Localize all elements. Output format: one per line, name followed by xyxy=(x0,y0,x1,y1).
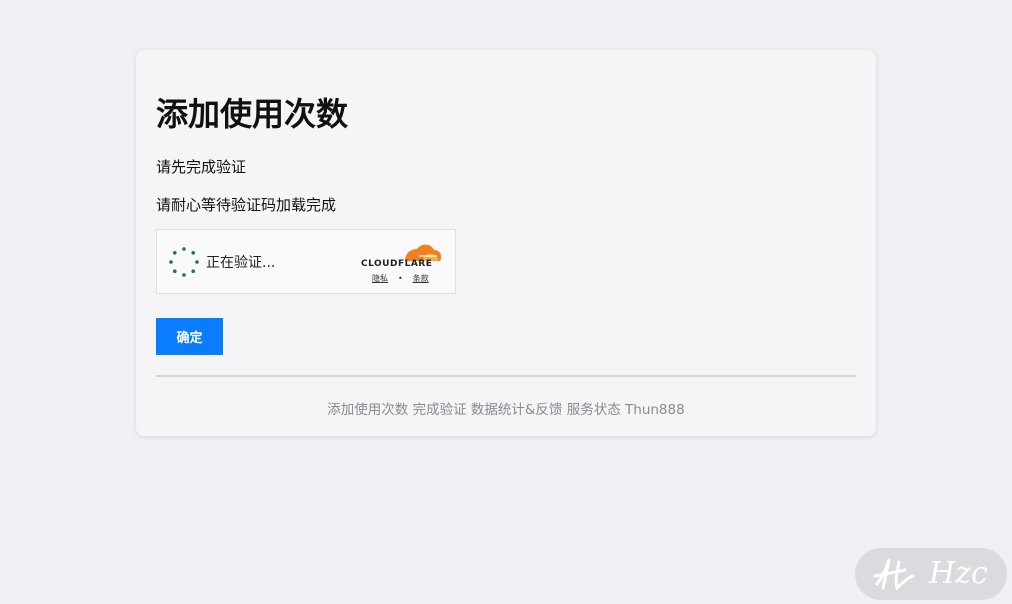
signature-icon xyxy=(873,558,915,591)
verify-instruction: 请先完成验证 xyxy=(156,158,247,176)
privacy-link[interactable]: 隐私 xyxy=(372,274,388,283)
watermark-badge: Hzc xyxy=(855,548,1007,600)
footer-link-stats[interactable]: 数据统计&反馈 xyxy=(471,402,563,418)
main-card: 添加使用次数 请先完成验证 请耐心等待验证码加载完成 正在验证... CLOUD… xyxy=(136,50,876,436)
cloudflare-wordmark: CLOUDFLARE xyxy=(361,259,433,269)
watermark-text: Hzc xyxy=(929,556,988,591)
footer-nav: 添加使用次数 完成验证 数据统计&反馈 服务状态 Thun888 xyxy=(136,398,876,418)
footer-link-status[interactable]: 服务状态 xyxy=(567,402,621,418)
footer-divider xyxy=(156,375,856,377)
footer-link-verify[interactable]: 完成验证 xyxy=(413,402,467,418)
wait-instruction: 请耐心等待验证码加载完成 xyxy=(156,196,337,214)
page: 添加使用次数 请先完成验证 请耐心等待验证码加载完成 正在验证... CLOUD… xyxy=(0,0,1012,604)
footer-link-add-uses[interactable]: 添加使用次数 xyxy=(327,402,408,418)
confirm-button[interactable]: 确定 xyxy=(156,318,223,355)
captcha-status: 正在验证... xyxy=(206,255,276,271)
loading-spinner-icon xyxy=(169,247,199,277)
captcha-widget[interactable]: 正在验证... CLOUDFLARE 隐私 • 条款 xyxy=(156,229,456,294)
terms-link[interactable]: 条款 xyxy=(413,274,429,283)
page-title: 添加使用次数 xyxy=(156,95,349,133)
footer-link-author[interactable]: Thun888 xyxy=(625,402,685,418)
captcha-links: 隐私 • 条款 xyxy=(372,273,429,284)
link-separator: • xyxy=(398,274,403,283)
